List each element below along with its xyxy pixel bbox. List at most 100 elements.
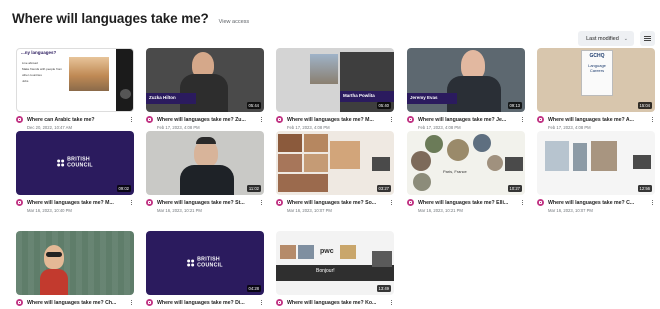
video-title[interactable]: Where will languages take me? Ch...	[27, 300, 129, 306]
video-card[interactable]: Jeremy Evas 09:13 Where will languages t…	[407, 48, 525, 130]
video-card[interactable]: GCHQ Language Careers 15:04 Where will l…	[537, 48, 655, 130]
more-options-icon[interactable]	[129, 199, 134, 206]
video-date: Mar 16, 2023, 10:21 PM	[418, 208, 463, 213]
sort-dropdown[interactable]: Last modified ⌄	[578, 31, 634, 46]
video-thumbnail[interactable]	[16, 231, 134, 295]
video-card[interactable]: BRITISH COUNCIL 09:02 Where will language…	[16, 131, 134, 213]
video-type-icon	[16, 199, 23, 206]
more-options-icon[interactable]	[259, 199, 264, 206]
video-thumbnail[interactable]: Zuzka Hilton 05:44	[146, 48, 264, 112]
video-card[interactable]: Martha Powlita 05:40 Where will language…	[276, 48, 394, 130]
video-thumbnail[interactable]: Jeremy Evas 09:13	[407, 48, 525, 112]
video-type-icon	[16, 299, 23, 306]
video-type-icon	[407, 199, 414, 206]
video-thumbnail[interactable]: BRITISH COUNCIL 04:28	[146, 231, 264, 295]
pwc-logo: pwc	[320, 248, 334, 255]
video-type-icon	[537, 116, 544, 123]
video-title[interactable]: Where will languages take me? Elli...	[418, 200, 520, 206]
participant-strip	[116, 49, 133, 111]
video-duration: 12:56	[637, 185, 652, 192]
video-card[interactable]: Where will languages take me? Ch...	[16, 231, 134, 307]
video-date: Mar 16, 2023, 10:21 PM	[157, 208, 202, 213]
video-card[interactable]: 11:02 Where will languages take me? St..…	[146, 131, 264, 213]
video-type-icon	[146, 116, 153, 123]
video-duration: 09:13	[507, 102, 522, 109]
speaker-name-bar: Jeremy Evas	[407, 93, 457, 104]
video-duration: 09:02	[116, 185, 131, 192]
video-card[interactable]: Paris, France 10:27 Where will languages…	[407, 131, 525, 213]
more-options-icon[interactable]	[129, 299, 134, 306]
more-options-icon[interactable]	[259, 116, 264, 123]
video-title[interactable]: Where will languages take me? Je...	[418, 117, 520, 123]
more-options-icon[interactable]	[389, 299, 394, 306]
video-thumbnail[interactable]: BRITISH COUNCIL 09:02	[16, 131, 134, 195]
video-date: Feb 17, 2023, 4:08 PM	[287, 125, 330, 130]
more-options-icon[interactable]	[650, 116, 655, 123]
video-duration: 05:44	[246, 102, 261, 109]
list-view-button[interactable]	[640, 31, 655, 46]
video-card[interactable]: BRITISH COUNCIL 04:28 Where will language…	[146, 231, 264, 307]
video-type-icon	[537, 199, 544, 206]
view-access-label[interactable]: View access	[219, 19, 249, 25]
video-duration: 05:40	[376, 102, 391, 109]
video-duration: 10:27	[507, 185, 522, 192]
more-options-icon[interactable]	[650, 199, 655, 206]
video-title[interactable]: Where will languages take me? M...	[287, 117, 389, 123]
video-card[interactable]: 12:56 Where will languages take me? C...…	[537, 131, 655, 213]
video-type-icon	[276, 199, 283, 206]
video-date: Mar 16, 2023, 10:07 PM	[287, 208, 332, 213]
slide-bullets: Live abroad Make friends with people fro…	[22, 61, 63, 83]
video-title[interactable]: Where will languages take me? C...	[548, 200, 650, 206]
video-duration: 03:27	[376, 185, 391, 192]
gchq-card: GCHQ Language Careers	[581, 50, 613, 96]
video-duration: 04:28	[246, 285, 261, 292]
british-council-logo: BRITISH COUNCIL	[57, 157, 93, 169]
video-thumbnail[interactable]: 11:02	[146, 131, 264, 195]
video-type-icon	[16, 116, 23, 123]
slide-heading: ...ny languages?	[21, 50, 57, 55]
video-thumbnail[interactable]: Martha Powlita 05:40	[276, 48, 394, 112]
video-date: Mar 16, 2023, 10:07 PM	[548, 208, 593, 213]
british-council-logo: BRITISH COUNCIL	[187, 257, 223, 269]
speaker-name-bar: Zuzka Hilton	[146, 93, 196, 104]
video-date: Feb 17, 2023, 4:08 PM	[548, 125, 591, 130]
chevron-down-icon: ⌄	[623, 35, 628, 42]
video-thumbnail[interactable]: 12:56	[537, 131, 655, 195]
video-title[interactable]: Where will languages take me? M...	[27, 200, 129, 206]
more-options-icon[interactable]	[520, 199, 525, 206]
video-title[interactable]: Where will languages take me? St...	[157, 200, 259, 206]
video-thumbnail[interactable]: GCHQ Language Careers 15:04	[537, 48, 655, 112]
video-duration: 15:04	[637, 102, 652, 109]
video-title[interactable]: Where will languages take me? So...	[287, 200, 389, 206]
video-duration: 13:49	[376, 285, 391, 292]
video-type-icon	[146, 299, 153, 306]
video-thumbnail[interactable]: ...ny languages? Live abroad Make friend…	[16, 48, 134, 112]
more-options-icon[interactable]	[520, 116, 525, 123]
video-type-icon	[276, 116, 283, 123]
video-thumbnail[interactable]: pwc Bonjour! 13:49	[276, 231, 394, 295]
video-date: Dec 20, 2022, 10:47 AM	[27, 125, 72, 130]
video-thumbnail[interactable]: Paris, France 10:27	[407, 131, 525, 195]
video-title[interactable]: Where will languages take me? A...	[548, 117, 650, 123]
video-title[interactable]: Where will languages take me? Di...	[157, 300, 259, 306]
video-duration: 11:02	[246, 185, 261, 192]
video-card[interactable]: ...ny languages? Live abroad Make friend…	[16, 48, 134, 130]
video-thumbnail[interactable]: 03:27	[276, 131, 394, 195]
more-options-icon[interactable]	[389, 116, 394, 123]
video-title[interactable]: Where will languages take me? Zu...	[157, 117, 259, 123]
video-card[interactable]: pwc Bonjour! 13:49 Where will languages …	[276, 231, 394, 307]
more-options-icon[interactable]	[259, 299, 264, 306]
video-date: Mar 16, 2023, 10:40 PM	[27, 208, 72, 213]
video-title[interactable]: Where can Arabic take me?	[27, 117, 129, 123]
list-view-icon	[640, 31, 655, 46]
video-grid: ...ny languages? Live abroad Make friend…	[16, 48, 656, 309]
more-options-icon[interactable]	[389, 199, 394, 206]
video-card[interactable]: 03:27 Where will languages take me? So..…	[276, 131, 394, 213]
video-card[interactable]: Zuzka Hilton 05:44 Where will languages …	[146, 48, 264, 130]
more-options-icon[interactable]	[129, 116, 134, 123]
video-type-icon	[407, 116, 414, 123]
slide-caption: Bonjour!	[316, 268, 335, 274]
video-title[interactable]: Where will languages take me? Ko...	[287, 300, 389, 306]
slide-caption: Paris, France	[443, 169, 467, 174]
page-title: Where will languages take me?	[12, 11, 209, 26]
